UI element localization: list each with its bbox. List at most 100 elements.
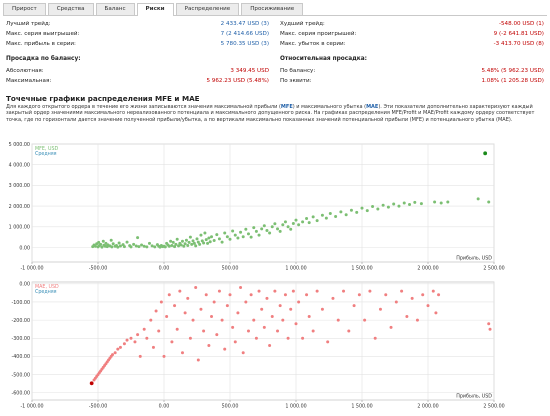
- data-point: [378, 307, 382, 311]
- data-point: [163, 245, 167, 249]
- data-point: [122, 245, 126, 249]
- data-point: [173, 304, 177, 308]
- data-point: [145, 336, 149, 340]
- stat-value: 5.48% (5 962.23 USD): [481, 68, 544, 74]
- data-point: [239, 285, 243, 289]
- stat-label: Макс. прибыль в серии:: [6, 41, 76, 47]
- y-tick-label: -400.00: [11, 354, 30, 360]
- data-point: [202, 241, 206, 245]
- data-point: [389, 325, 393, 329]
- data-point: [157, 329, 161, 333]
- data-point: [311, 329, 315, 333]
- data-point: [437, 293, 441, 297]
- data-point: [270, 225, 274, 229]
- highlight-point: [89, 381, 94, 386]
- data-point: [228, 293, 232, 297]
- x-tick-label: 500.00: [222, 404, 239, 410]
- data-point: [118, 345, 122, 349]
- x-tick-label: 0.00: [159, 404, 170, 410]
- data-point: [334, 214, 338, 218]
- data-point: [198, 242, 202, 246]
- y-tick-label: 1 000.00: [9, 225, 30, 231]
- data-point: [150, 244, 154, 248]
- y-tick-label: 2 000.00: [9, 204, 30, 210]
- data-point: [212, 238, 216, 242]
- data-point: [394, 300, 398, 304]
- data-point: [386, 205, 390, 209]
- data-point: [231, 229, 235, 233]
- x-tick-label: 1 000.00: [285, 266, 306, 272]
- data-point: [241, 351, 245, 355]
- data-point: [132, 242, 136, 246]
- data-point: [347, 329, 351, 333]
- data-point: [434, 311, 438, 315]
- data-point: [183, 242, 187, 246]
- data-point: [233, 340, 237, 344]
- data-point: [188, 336, 192, 340]
- stat-label: Макс. убыток в серии:: [280, 41, 346, 47]
- data-point: [184, 238, 188, 242]
- data-point: [487, 200, 491, 204]
- stat-max-loss-in-streak: Макс. убыток в серии: -3 413.70 USD (8): [280, 40, 544, 49]
- data-point: [283, 220, 287, 224]
- data-point: [101, 239, 105, 243]
- x-tick-label: 500.00: [222, 266, 239, 272]
- data-point: [99, 242, 103, 246]
- data-point: [415, 318, 419, 322]
- tab-bar: Прирост Средства Баланс Риски Распределе…: [3, 3, 547, 16]
- data-point: [145, 245, 149, 249]
- data-point: [220, 240, 224, 244]
- data-point: [431, 289, 435, 293]
- data-point: [140, 243, 144, 247]
- tab-equity[interactable]: Средства: [47, 3, 94, 15]
- stat-absolute-drawdown: Абсолютная: 3 349.45 USD: [6, 67, 269, 76]
- data-point: [188, 235, 192, 239]
- data-point: [439, 201, 443, 205]
- data-point: [270, 314, 274, 318]
- tab-balance[interactable]: Баланс: [95, 3, 135, 15]
- tab-risks[interactable]: Риски: [136, 3, 174, 16]
- stat-worst-trade: Худший трейд: -548.00 USD (1): [280, 20, 544, 29]
- data-point: [210, 314, 214, 318]
- data-point: [111, 353, 115, 357]
- data-point: [162, 354, 166, 358]
- data-point: [320, 307, 324, 311]
- stat-value: -548.00 USD (1): [498, 21, 544, 27]
- tab-distribution[interactable]: Распределение: [175, 3, 240, 15]
- data-point: [215, 233, 219, 237]
- data-point: [487, 322, 491, 326]
- stat-value-link[interactable]: 5 780.35 USD (3): [221, 40, 269, 49]
- data-point: [113, 351, 117, 355]
- x-tick-label: -1 000.00: [20, 404, 43, 410]
- data-point: [294, 218, 298, 222]
- data-point: [246, 329, 250, 333]
- data-point: [286, 336, 290, 340]
- y-tick-label: -600.00: [11, 391, 30, 397]
- x-tick-label: 1 500.00: [351, 266, 372, 272]
- stat-label: Худший трейд:: [280, 21, 325, 27]
- data-point: [276, 227, 280, 231]
- data-point: [178, 289, 182, 293]
- tab-drawdown-duration[interactable]: Просиживание: [241, 3, 304, 15]
- data-point: [223, 231, 227, 235]
- highlight-point: [483, 151, 488, 156]
- data-point: [352, 304, 356, 308]
- data-point: [210, 235, 214, 239]
- data-point: [262, 325, 266, 329]
- drawdown-balance-title: Просадка по балансу:: [6, 56, 81, 62]
- x-tick-label: 2 500.00: [483, 404, 504, 410]
- data-point: [297, 300, 301, 304]
- data-point: [297, 223, 301, 227]
- data-point: [307, 314, 311, 318]
- mae-scatter-chart: 0.00 -100.00 -200.00 -300.00 -400.00 -500.00 -…: [11, 281, 505, 410]
- stat-value-link[interactable]: 7 (2 414.66 USD): [221, 30, 269, 39]
- tab-growth[interactable]: Прирост: [3, 3, 46, 15]
- data-point: [268, 231, 272, 235]
- data-point: [159, 300, 163, 304]
- mfe-scatter-chart: 5 000.00 4 000.00 3 000.00 2 000.00 1 000.00…: [9, 142, 505, 272]
- data-point: [381, 203, 385, 207]
- stat-value-link[interactable]: 2 433.47 USD (3): [221, 20, 269, 29]
- data-point: [231, 325, 235, 329]
- data-point: [169, 239, 173, 243]
- data-point: [349, 208, 353, 212]
